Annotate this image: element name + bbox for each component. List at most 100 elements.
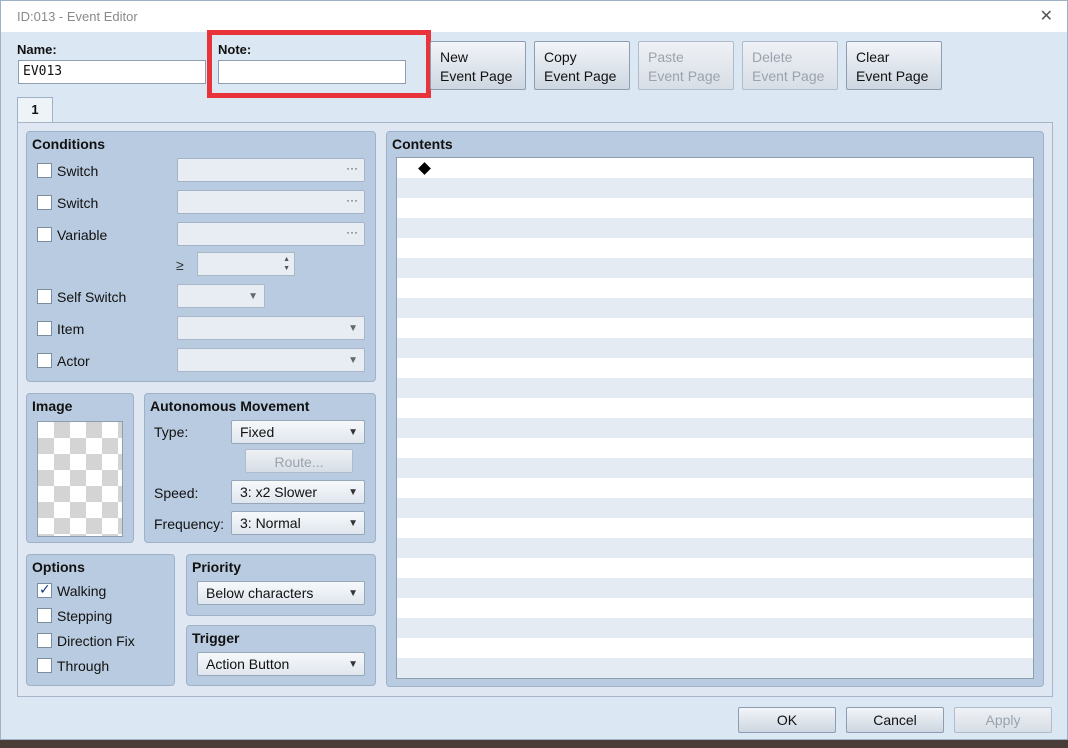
self-switch-checkbox[interactable]	[37, 289, 52, 304]
cancel-button[interactable]: Cancel	[846, 707, 944, 733]
trigger-panel: Trigger Action Button ▼	[186, 625, 376, 686]
list-item[interactable]	[397, 238, 1033, 258]
name-label: Name:	[17, 42, 57, 57]
list-item[interactable]	[397, 518, 1033, 538]
list-item[interactable]	[397, 498, 1033, 518]
movement-title: Autonomous Movement	[150, 398, 310, 414]
stepping-label: Stepping	[57, 608, 113, 624]
close-icon[interactable]: ✕	[1040, 6, 1053, 26]
chevron-down-icon: ▼	[248, 291, 258, 302]
item-checkbox[interactable]	[37, 321, 52, 336]
trigger-value: Action Button	[206, 656, 290, 672]
variable-value-spinner[interactable]: ▲ ▼	[197, 252, 295, 276]
switch1-label: Switch	[57, 163, 99, 179]
list-item[interactable]	[397, 418, 1033, 438]
list-item[interactable]	[397, 258, 1033, 278]
movement-type-value: Fixed	[240, 424, 275, 440]
list-item[interactable]	[397, 378, 1033, 398]
switch1-checkbox[interactable]	[37, 163, 52, 178]
walking-label: Walking	[57, 583, 107, 599]
list-item[interactable]	[397, 478, 1033, 498]
list-item[interactable]	[397, 218, 1033, 238]
list-item[interactable]	[397, 338, 1033, 358]
conditions-panel: Conditions Switch ··· Switch ··· Variabl…	[26, 131, 376, 382]
list-item[interactable]	[397, 298, 1033, 318]
copy-event-page-button[interactable]: Copy Event Page	[534, 41, 630, 90]
chevron-down-icon: ▼	[348, 323, 358, 334]
movement-speed-value: 3: x2 Slower	[240, 484, 318, 500]
ok-button[interactable]: OK	[738, 707, 836, 733]
switch2-checkbox[interactable]	[37, 195, 52, 210]
actor-dropdown[interactable]: ▼	[177, 348, 365, 372]
list-item[interactable]	[397, 538, 1033, 558]
actor-checkbox[interactable]	[37, 353, 52, 368]
trigger-dropdown[interactable]: Action Button ▼	[197, 652, 365, 676]
route-button[interactable]: Route...	[245, 449, 353, 473]
clear-event-page-button[interactable]: Clear Event Page	[846, 41, 942, 90]
switch2-label: Switch	[57, 195, 99, 211]
chevron-down-icon: ▼	[348, 355, 358, 366]
switch2-picker[interactable]: ···	[177, 190, 365, 214]
priority-dropdown[interactable]: Below characters ▼	[197, 581, 365, 605]
direction-fix-label: Direction Fix	[57, 633, 135, 649]
chevron-down-icon: ▼	[348, 518, 358, 529]
list-item[interactable]	[397, 358, 1033, 378]
movement-speed-dropdown[interactable]: 3: x2 Slower ▼	[231, 480, 365, 504]
list-item[interactable]	[397, 438, 1033, 458]
chevron-down-icon: ▼	[348, 487, 358, 498]
contents-command-list[interactable]	[396, 157, 1034, 679]
priority-value: Below characters	[206, 585, 314, 601]
self-switch-dropdown[interactable]: ▼	[177, 284, 265, 308]
type-label: Type:	[154, 424, 189, 440]
options-title: Options	[32, 559, 85, 575]
list-item[interactable]	[397, 658, 1033, 678]
spin-up-icon[interactable]: ▲	[283, 256, 290, 264]
ellipsis-icon: ···	[346, 193, 358, 207]
paste-event-page-button[interactable]: Paste Event Page	[638, 41, 734, 90]
trigger-title: Trigger	[192, 630, 240, 646]
contents-panel: Contents	[386, 131, 1044, 687]
stepping-checkbox[interactable]	[37, 608, 52, 623]
autonomous-movement-panel: Autonomous Movement Type: Fixed ▼ Route.…	[144, 393, 376, 543]
walking-checkbox[interactable]	[37, 581, 52, 598]
priority-panel: Priority Below characters ▼	[186, 554, 376, 616]
list-item[interactable]	[397, 638, 1033, 658]
movement-type-dropdown[interactable]: Fixed ▼	[231, 420, 365, 444]
chevron-down-icon: ▼	[348, 588, 358, 599]
list-item[interactable]	[397, 178, 1033, 198]
note-highlight-box	[207, 30, 431, 98]
list-item[interactable]	[397, 458, 1033, 478]
ellipsis-icon: ···	[346, 225, 358, 239]
list-item[interactable]	[397, 578, 1033, 598]
switch1-picker[interactable]: ···	[177, 158, 365, 182]
list-item[interactable]	[397, 198, 1033, 218]
list-item[interactable]	[397, 318, 1033, 338]
tab-page-1[interactable]: 1	[17, 97, 53, 123]
list-item[interactable]	[397, 618, 1033, 638]
item-dropdown[interactable]: ▼	[177, 316, 365, 340]
image-title: Image	[32, 398, 73, 414]
list-item[interactable]	[397, 158, 1033, 178]
chevron-down-icon: ▼	[348, 427, 358, 438]
options-panel: Options Walking Stepping Direction Fix T…	[26, 554, 175, 686]
contents-title: Contents	[392, 136, 453, 152]
list-item[interactable]	[397, 558, 1033, 578]
direction-fix-checkbox[interactable]	[37, 633, 52, 648]
delete-event-page-button[interactable]: Delete Event Page	[742, 41, 838, 90]
list-item[interactable]	[397, 398, 1033, 418]
apply-button[interactable]: Apply	[954, 707, 1052, 733]
through-checkbox[interactable]	[37, 658, 52, 673]
variable-checkbox[interactable]	[37, 227, 52, 242]
list-item[interactable]	[397, 278, 1033, 298]
variable-picker[interactable]: ···	[177, 222, 365, 246]
spin-down-icon[interactable]: ▼	[283, 265, 290, 273]
window-title: ID:013 - Event Editor	[17, 9, 138, 24]
new-event-page-button[interactable]: New Event Page	[430, 41, 526, 90]
item-label: Item	[57, 321, 85, 337]
list-item[interactable]	[397, 598, 1033, 618]
priority-title: Priority	[192, 559, 242, 575]
name-field[interactable]: EV013	[18, 60, 206, 84]
movement-frequency-dropdown[interactable]: 3: Normal ▼	[231, 511, 365, 535]
event-image-preview[interactable]	[37, 421, 123, 537]
image-panel: Image	[26, 393, 134, 543]
